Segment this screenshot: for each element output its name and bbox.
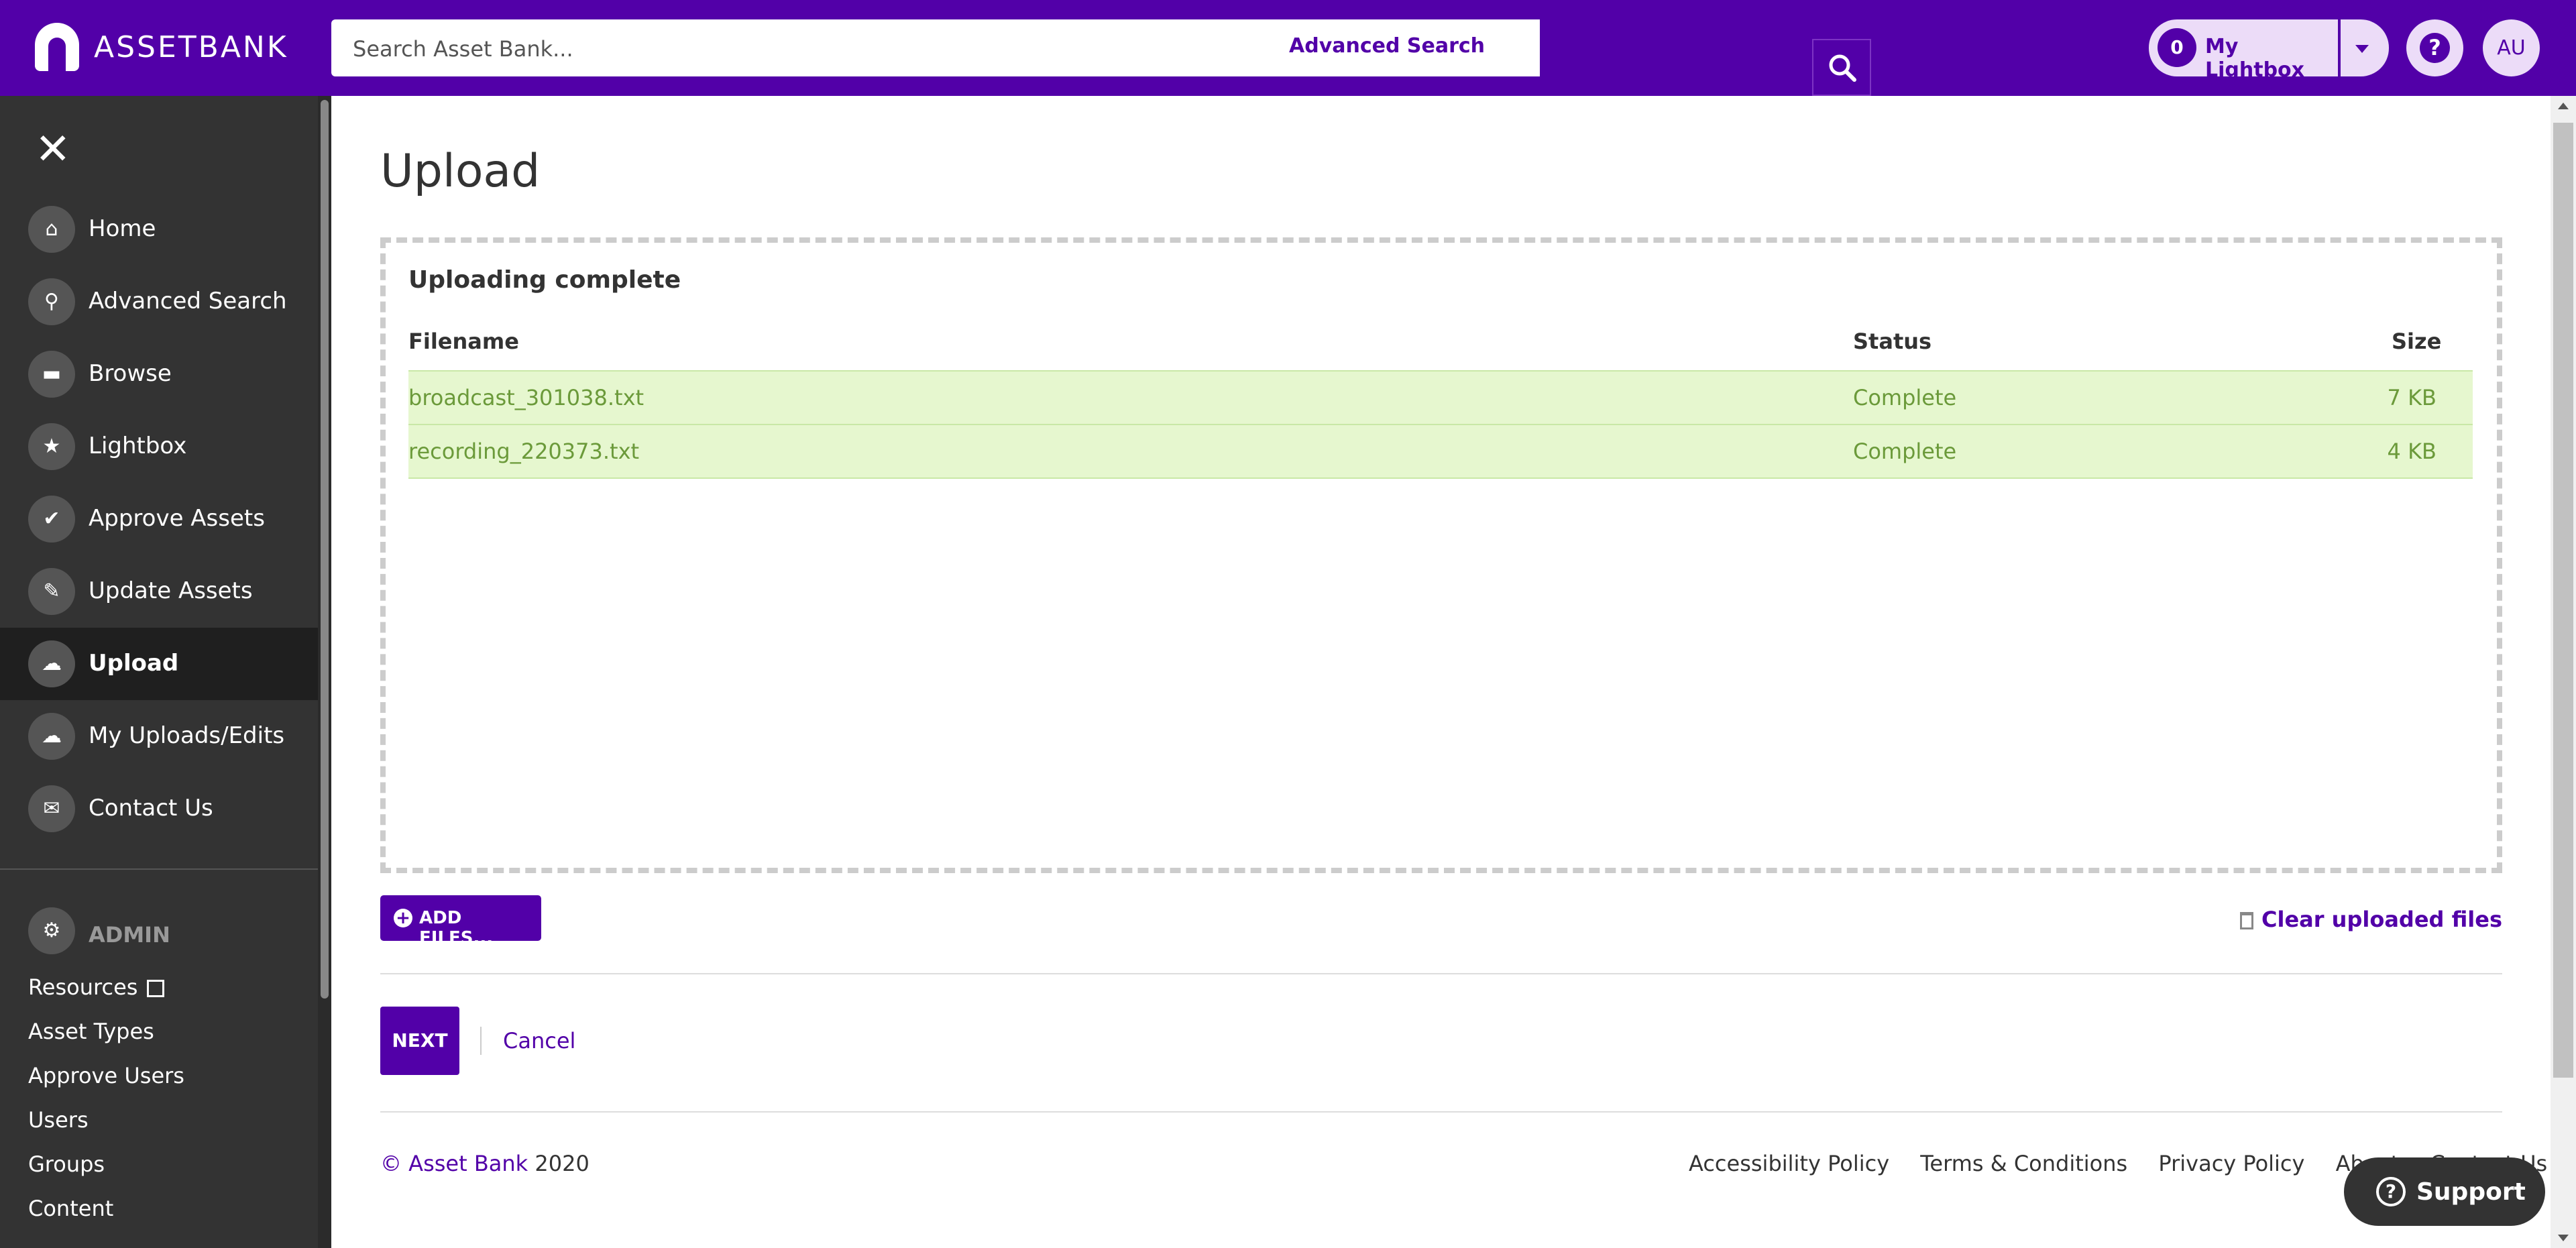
check-icon: ✔ xyxy=(28,496,75,543)
close-icon[interactable]: ✕ xyxy=(35,128,71,171)
footer-divider xyxy=(380,1111,2502,1113)
admin-link-users[interactable]: Users xyxy=(28,1107,89,1133)
sidebar-item-contact-us[interactable]: ✉ Contact Us xyxy=(0,773,318,845)
external-link-icon xyxy=(147,980,165,997)
my-lightbox-button[interactable]: 0 My Lightbox xyxy=(2149,19,2338,82)
sidebar-item-label: Upload xyxy=(89,650,179,677)
page-scrollbar[interactable] xyxy=(2551,96,2576,1248)
trash-icon xyxy=(2240,912,2253,929)
sidebar-item-update-assets[interactable]: ✎ Update Assets xyxy=(0,555,318,628)
column-header-status: Status xyxy=(1853,329,1932,354)
sidebar-item-label: Home xyxy=(89,215,156,242)
clear-uploaded-files-label: Clear uploaded files xyxy=(2261,907,2502,932)
row-filename: recording_220373.txt xyxy=(408,439,640,464)
brand-name: ASSETBANK xyxy=(94,30,288,64)
lightbox-dropdown-button[interactable] xyxy=(2341,19,2389,76)
cloud-upload-icon: ☁ xyxy=(28,640,75,687)
cancel-link[interactable]: Cancel xyxy=(503,1028,575,1054)
chat-icon: ✉ xyxy=(28,785,75,832)
footer-link-accessibility[interactable]: Accessibility Policy xyxy=(1689,1151,1889,1176)
plus-circle-icon: + xyxy=(394,909,412,927)
column-header-size: Size xyxy=(2392,329,2442,354)
upload-dropzone[interactable] xyxy=(380,237,2502,873)
search-input[interactable] xyxy=(351,19,1226,78)
star-icon: ★ xyxy=(28,423,75,470)
page-scrollbar-thumb[interactable] xyxy=(2553,123,2573,1078)
help-button[interactable]: ? xyxy=(2406,19,2463,76)
admin-link-content[interactable]: Content xyxy=(28,1196,113,1221)
row-status: Complete xyxy=(1853,385,1957,410)
add-files-label: ADD FILES... xyxy=(419,908,494,948)
cloud-icon: ☁ xyxy=(28,713,75,760)
copyright-brand-link[interactable]: © Asset Bank xyxy=(380,1151,528,1176)
sidebar-item-label: Lightbox xyxy=(89,433,187,459)
sidebar-scrollbar[interactable] xyxy=(318,96,331,1248)
sidebar-item-label: Update Assets xyxy=(89,577,253,604)
help-icon: ? xyxy=(2420,33,2450,63)
row-status: Complete xyxy=(1853,439,1957,464)
home-icon: ⌂ xyxy=(28,206,75,253)
table-row: broadcast_301038.txt Complete 7 KB xyxy=(408,370,2473,424)
footer-link-privacy[interactable]: Privacy Policy xyxy=(2158,1151,2304,1176)
sidebar-item-label: Advanced Search xyxy=(89,288,287,315)
admin-link-label: Resources xyxy=(28,974,138,1000)
logo[interactable]: ASSETBANK xyxy=(35,23,288,71)
support-label: Support xyxy=(2416,1178,2526,1206)
copyright: © Asset Bank 2020 xyxy=(380,1151,590,1176)
row-filename: broadcast_301038.txt xyxy=(408,385,645,410)
admin-link-groups[interactable]: Groups xyxy=(28,1151,105,1177)
row-size: 7 KB xyxy=(2387,385,2437,410)
sidebar-item-label: My Uploads/Edits xyxy=(89,722,285,749)
divider xyxy=(380,973,2502,974)
footer-link-terms[interactable]: Terms & Conditions xyxy=(1920,1151,2127,1176)
sidebar-item-label: Approve Assets xyxy=(89,505,265,532)
sidebar: ✕ ⌂ Home ⚲ Advanced Search ▬ Browse ★ Li… xyxy=(0,96,331,1248)
sidebar-divider xyxy=(0,868,318,870)
support-button[interactable]: ? Support xyxy=(2344,1157,2545,1226)
admin-link-asset-types[interactable]: Asset Types xyxy=(28,1019,154,1044)
add-files-button[interactable]: + ADD FILES... xyxy=(380,895,541,948)
page-title: Upload xyxy=(380,145,541,198)
clear-uploaded-files-link[interactable]: Clear uploaded files xyxy=(2240,907,2502,932)
avatar[interactable]: AU xyxy=(2483,19,2540,76)
advanced-search-link[interactable]: Advanced Search xyxy=(1289,34,1485,58)
scroll-up-arrow-icon[interactable] xyxy=(2558,103,2569,109)
sidebar-item-lightbox[interactable]: ★ Lightbox xyxy=(0,410,318,483)
folder-icon: ▬ xyxy=(28,351,75,398)
sidebar-item-advanced-search[interactable]: ⚲ Advanced Search xyxy=(0,266,318,338)
upload-status-heading: Uploading complete xyxy=(408,266,681,294)
admin-link-resources[interactable]: Resources xyxy=(28,974,165,1000)
row-size: 4 KB xyxy=(2387,439,2437,464)
search-icon xyxy=(1829,54,1856,82)
sidebar-item-upload[interactable]: ☁ Upload xyxy=(0,628,318,700)
admin-link-approve-users[interactable]: Approve Users xyxy=(28,1063,184,1088)
table-row: recording_220373.txt Complete 4 KB xyxy=(408,424,2473,479)
search-button[interactable] xyxy=(1812,39,1871,96)
sidebar-item-home[interactable]: ⌂ Home xyxy=(0,193,318,266)
copyright-year: 2020 xyxy=(535,1151,590,1176)
sidebar-scrollbar-thumb[interactable] xyxy=(321,100,329,999)
sidebar-item-my-uploads-edits[interactable]: ☁ My Uploads/Edits xyxy=(0,700,318,773)
lightbox-count-badge: 0 xyxy=(2158,28,2196,67)
sidebar-item-label: Contact Us xyxy=(89,795,213,821)
pencil-icon: ✎ xyxy=(28,568,75,615)
gear-icon: ⚙ xyxy=(28,907,75,954)
assetbank-logo-icon xyxy=(35,23,79,71)
sidebar-item-approve-assets[interactable]: ✔ Approve Assets xyxy=(0,483,318,555)
help-circle-icon: ? xyxy=(2376,1177,2406,1206)
button-separator xyxy=(480,1027,482,1055)
search-bar: Advanced Search xyxy=(331,19,1871,96)
lightbox-label: My Lightbox xyxy=(2205,35,2305,82)
sidebar-item-browse[interactable]: ▬ Browse xyxy=(0,338,318,410)
column-header-filename: Filename xyxy=(408,329,519,354)
search-icon: ⚲ xyxy=(28,278,75,325)
sidebar-item-label: Browse xyxy=(89,360,172,387)
top-bar: ASSETBANK Advanced Search 0 My Lightbox … xyxy=(0,0,2576,96)
admin-label: ADMIN xyxy=(89,922,170,948)
scroll-down-arrow-icon[interactable] xyxy=(2558,1235,2569,1241)
next-button[interactable]: NEXT xyxy=(380,1007,459,1075)
